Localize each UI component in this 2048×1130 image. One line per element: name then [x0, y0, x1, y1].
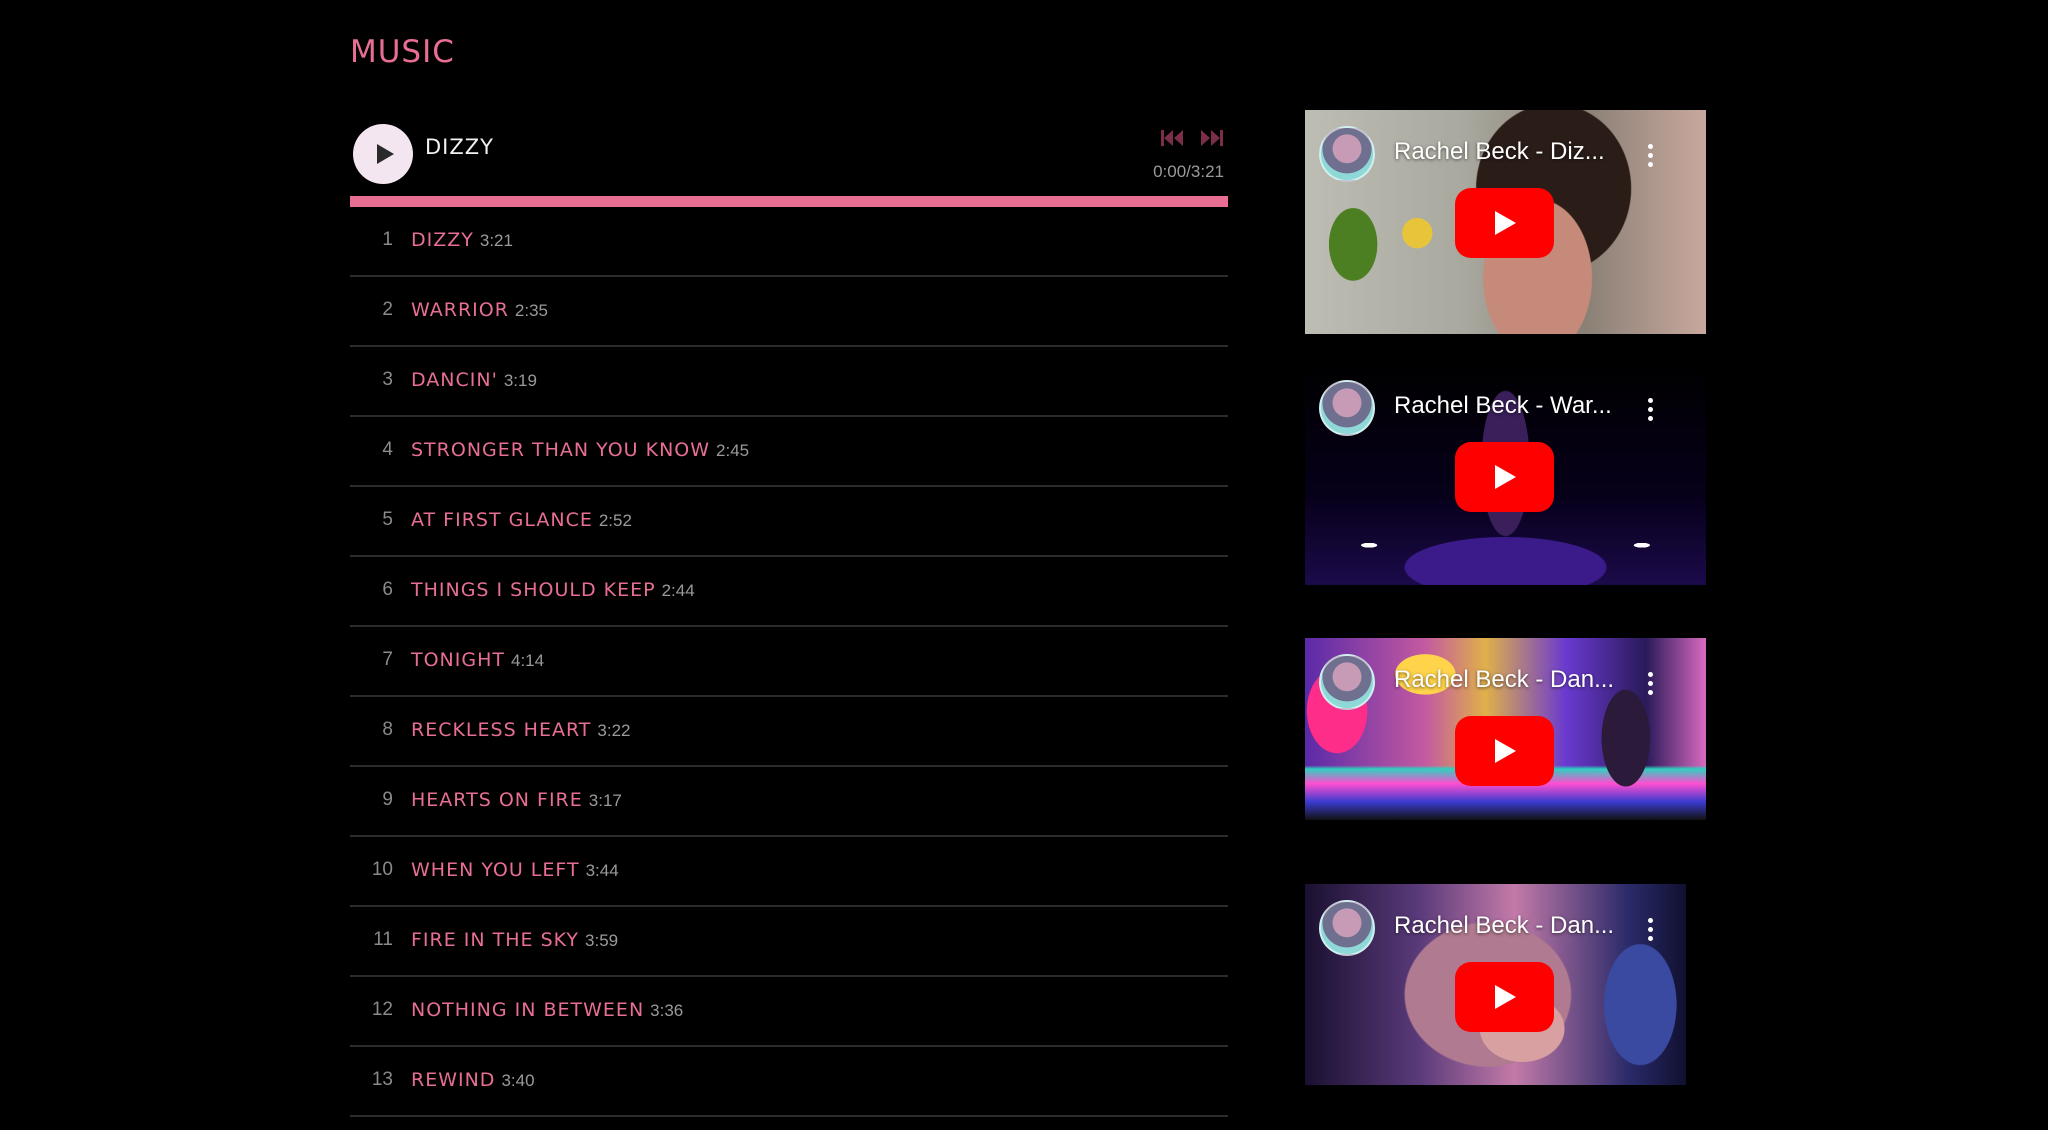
skip-previous-icon: [1161, 130, 1183, 146]
channel-avatar: [1319, 900, 1375, 956]
track-duration: 3:21: [479, 231, 513, 250]
track-number: 11: [373, 929, 393, 950]
track-number: 2: [382, 299, 393, 320]
track-number: 4: [382, 439, 393, 460]
track-number: 1: [382, 229, 393, 250]
track-row[interactable]: 1 DIZZY 3:21: [350, 207, 1228, 277]
more-vert-icon[interactable]: [1647, 144, 1653, 168]
track-title-text: DANCIN': [411, 369, 498, 391]
more-vert-icon[interactable]: [1647, 918, 1653, 942]
track-row[interactable]: 12 NOTHING IN BETWEEN 3:36: [350, 977, 1228, 1047]
track-row[interactable]: 5 AT FIRST GLANCE 2:52: [350, 487, 1228, 557]
track-title-text: FIRE IN THE SKY: [411, 929, 580, 951]
youtube-play-icon[interactable]: [1455, 962, 1554, 1032]
track-duration: 3:17: [588, 791, 622, 810]
track-duration: 2:35: [514, 301, 549, 320]
track-number: 7: [382, 649, 393, 670]
progress-fill: [350, 196, 1228, 207]
track-row[interactable]: 7 TONIGHT 4:14: [350, 627, 1228, 697]
track-number: 9: [382, 789, 393, 810]
track-title: FIRE IN THE SKY 3:59: [411, 929, 618, 951]
play-icon: [377, 144, 394, 164]
video-title: Rachel Beck - Dan...: [1394, 912, 1615, 939]
track-title: NOTHING IN BETWEEN 3:36: [411, 999, 683, 1021]
track-title: WARRIOR 2:35: [411, 299, 548, 321]
track-duration: 2:52: [598, 511, 632, 530]
track-duration: 3:40: [501, 1071, 535, 1090]
track-row[interactable]: 3 DANCIN' 3:19: [350, 347, 1228, 417]
track-row[interactable]: 2 WARRIOR 2:35: [350, 277, 1228, 347]
track-number: 5: [382, 509, 393, 530]
track-row[interactable]: 13 REWIND 3:40: [350, 1047, 1228, 1117]
channel-avatar: [1319, 380, 1375, 436]
video-embed-2[interactable]: Rachel Beck - War...: [1305, 364, 1706, 585]
track-duration: 3:59: [585, 931, 619, 950]
youtube-play-icon[interactable]: [1455, 188, 1554, 258]
previous-track-button[interactable]: [1160, 127, 1186, 149]
next-track-button[interactable]: [1200, 127, 1226, 149]
track-title: REWIND 3:40: [411, 1069, 535, 1091]
track-title: THINGS I SHOULD KEEP 2:44: [411, 579, 695, 601]
video-embed-1[interactable]: Rachel Beck - Diz...: [1305, 110, 1706, 334]
channel-avatar: [1319, 126, 1375, 182]
track-title: DANCIN' 3:19: [411, 369, 537, 391]
track-row[interactable]: 6 THINGS I SHOULD KEEP 2:44: [350, 557, 1228, 627]
track-title-text: AT FIRST GLANCE: [411, 509, 593, 531]
track-duration: 2:44: [661, 581, 695, 600]
video-embed-4[interactable]: Rachel Beck - Dan...: [1305, 884, 1686, 1085]
track-row[interactable]: 8 RECKLESS HEART 3:22: [350, 697, 1228, 767]
track-row[interactable]: 4 STRONGER THAN YOU KNOW 2:45: [350, 417, 1228, 487]
track-duration: 3:22: [597, 721, 631, 740]
track-row[interactable]: 9 HEARTS ON FIRE 3:17: [350, 767, 1228, 837]
track-duration: 3:19: [503, 371, 537, 390]
youtube-play-icon[interactable]: [1455, 716, 1554, 786]
video-embed-3[interactable]: Rachel Beck - Dan...: [1305, 638, 1706, 820]
track-title: WHEN YOU LEFT 3:44: [411, 859, 619, 881]
track-row[interactable]: 10 WHEN YOU LEFT 3:44: [350, 837, 1228, 907]
audio-player: DIZZY 0:00/3:21: [350, 110, 1228, 207]
track-title-text: STRONGER THAN YOU KNOW: [411, 439, 711, 461]
track-duration: 2:45: [716, 441, 750, 460]
track-number: 13: [371, 1069, 393, 1090]
youtube-play-icon[interactable]: [1455, 442, 1554, 512]
track-title: STRONGER THAN YOU KNOW 2:45: [411, 439, 749, 461]
track-title-text: NOTHING IN BETWEEN: [411, 999, 645, 1021]
section-title: MUSIC: [350, 34, 455, 70]
playback-time: 0:00/3:21: [1153, 162, 1224, 181]
track-number: 6: [382, 579, 393, 600]
track-duration: 4:14: [511, 651, 545, 670]
track-title-text: WHEN YOU LEFT: [411, 859, 580, 881]
track-title-text: HEARTS ON FIRE: [411, 789, 583, 811]
more-vert-icon[interactable]: [1647, 398, 1653, 422]
track-title-text: TONIGHT: [411, 649, 505, 671]
track-title: TONIGHT 4:14: [411, 649, 544, 671]
track-title: AT FIRST GLANCE 2:52: [411, 509, 632, 531]
video-title: Rachel Beck - Dan...: [1394, 666, 1615, 693]
more-vert-icon[interactable]: [1647, 672, 1653, 696]
video-title: Rachel Beck - War...: [1394, 392, 1612, 419]
track-number: 3: [382, 369, 393, 390]
track-number: 12: [371, 999, 393, 1020]
skip-next-icon: [1201, 130, 1223, 146]
video-title: Rachel Beck - Diz...: [1394, 138, 1605, 165]
track-duration: 3:44: [585, 861, 619, 880]
track-number: 8: [382, 719, 393, 740]
track-number: 10: [371, 859, 393, 880]
track-title: RECKLESS HEART 3:22: [411, 719, 631, 741]
track-title-text: THINGS I SHOULD KEEP: [411, 579, 656, 601]
track-title-text: DIZZY: [411, 229, 474, 251]
track-title-text: REWIND: [411, 1069, 496, 1091]
channel-avatar: [1319, 654, 1375, 710]
track-row[interactable]: 11 FIRE IN THE SKY 3:59: [350, 907, 1228, 977]
track-title-text: RECKLESS HEART: [411, 719, 592, 741]
track-title: HEARTS ON FIRE 3:17: [411, 789, 622, 811]
now-playing-title: DIZZY: [425, 135, 494, 159]
track-title-text: WARRIOR: [411, 299, 509, 321]
track-duration: 3:36: [650, 1001, 684, 1020]
progress-bar[interactable]: [350, 196, 1228, 207]
track-title: DIZZY 3:21: [411, 229, 513, 251]
player-header: DIZZY 0:00/3:21: [350, 110, 1228, 196]
track-list: 1 DIZZY 3:21 2 WARRIOR 2:35 3 DANCIN' 3:19 4 STRON…: [350, 207, 1228, 1117]
play-button[interactable]: [353, 124, 413, 184]
